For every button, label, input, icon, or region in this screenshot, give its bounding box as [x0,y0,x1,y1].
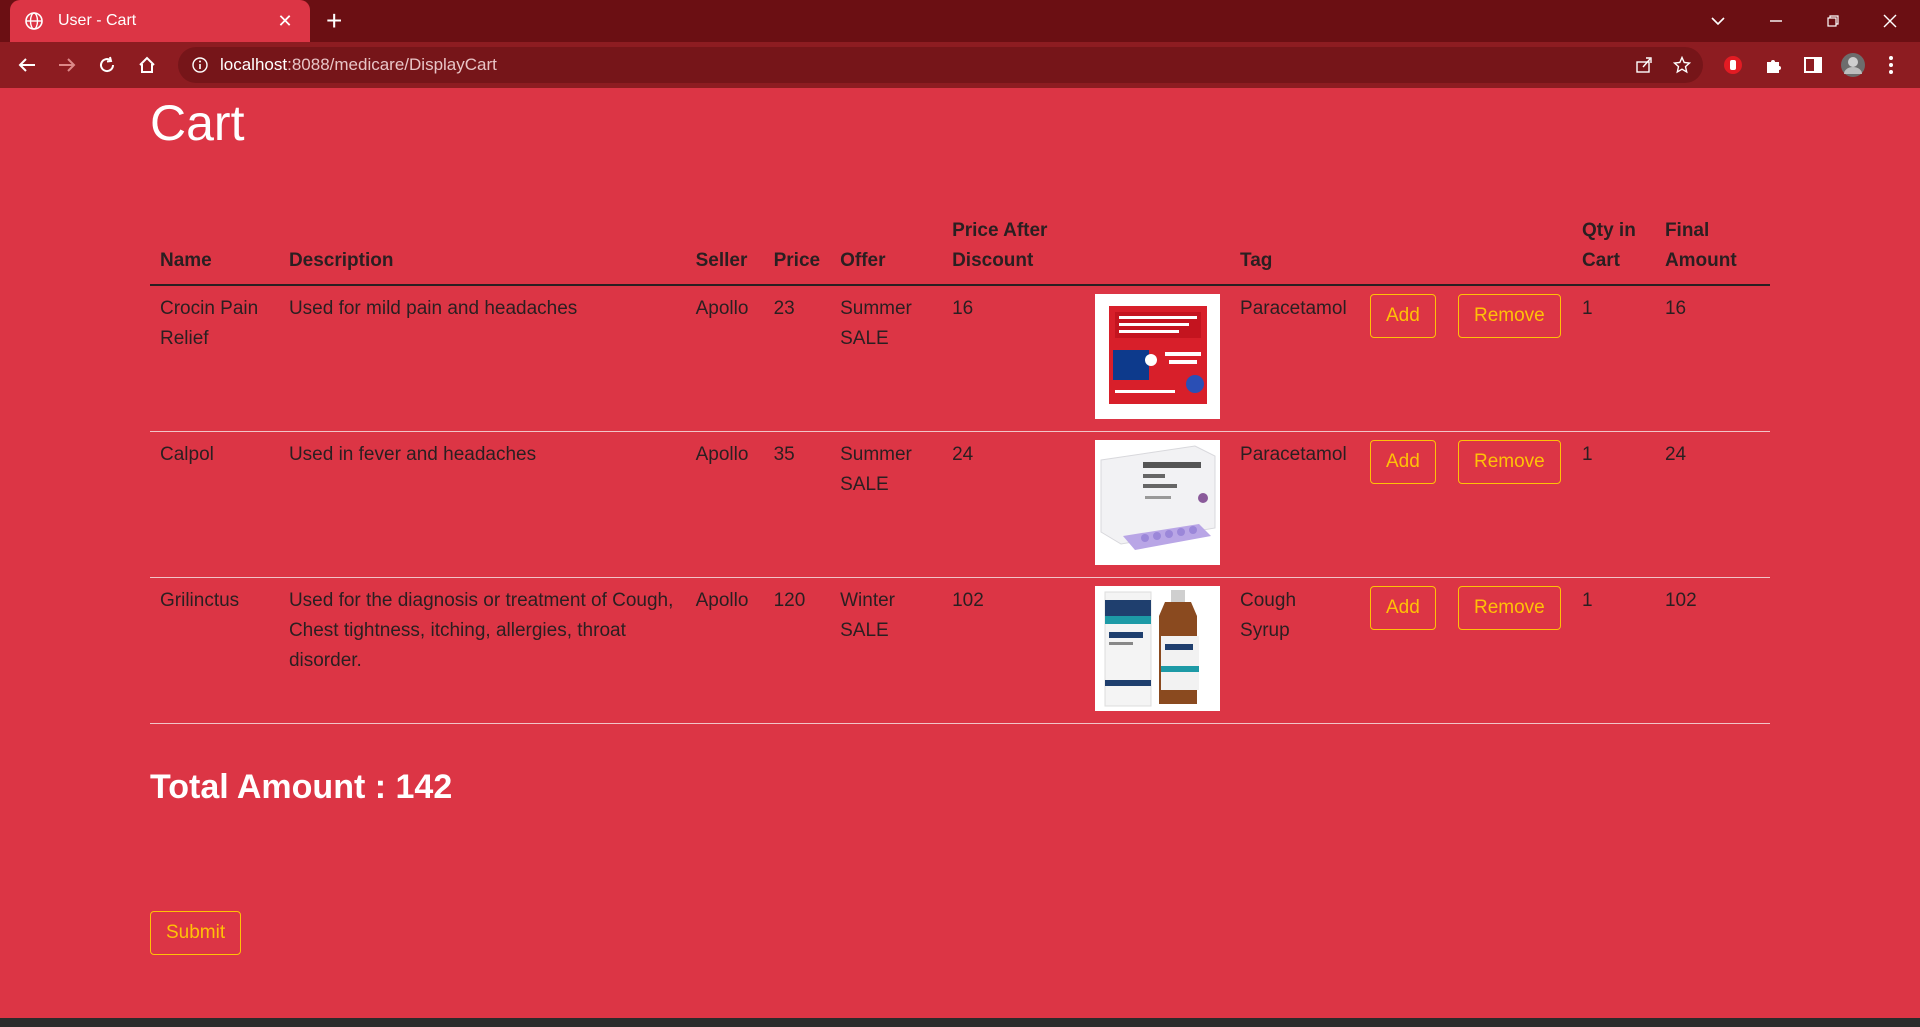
cell-image [1085,577,1231,724]
cell-offer: Summer SALE [830,431,943,578]
cell-seller: Apollo [685,431,764,578]
browser-tab-strip: User - Cart ✕ + [0,0,1920,42]
column-header-image [1085,208,1231,286]
site-info-icon[interactable] [192,57,208,73]
cell-name: Calpol [150,431,279,578]
cell-tag: Paracetamol [1230,285,1360,432]
share-icon[interactable] [1635,56,1653,74]
tab-title: User - Cart [58,12,137,29]
cell-description: Used for mild pain and headaches [278,285,686,432]
cell-final-amount: 102 [1654,577,1770,724]
table-row: Grilinctus Used for the diagnosis or tre… [150,577,1770,724]
table-row: Calpol Used in fever and headaches Apoll… [150,431,1770,578]
restore-icon[interactable] [1805,0,1861,42]
cell-image [1085,285,1231,432]
cell-description: Used for the diagnosis or treatment of C… [278,577,686,724]
new-tab-icon[interactable]: + [326,7,342,35]
cell-offer: Winter SALE [830,577,943,724]
column-header-seller: Seller [685,208,764,286]
cell-seller: Apollo [685,285,764,432]
column-header-name: Name [150,208,279,286]
cell-offer: Summer SALE [830,285,943,432]
page-title: Cart [150,95,245,151]
add-button[interactable]: Add [1370,439,1436,484]
column-header-final-amount: Final Amount [1654,208,1770,286]
profile-avatar[interactable] [1838,50,1868,80]
column-header-tag: Tag [1230,208,1360,286]
forward-icon[interactable] [52,50,82,80]
remove-button[interactable]: Remove [1457,439,1561,484]
cell-seller: Apollo [685,577,764,724]
browser-toolbar: localhost:8088/medicare/DisplayCart [0,42,1920,88]
close-window-icon[interactable] [1862,0,1918,42]
cell-tag: Cough Syrup [1230,577,1360,724]
calpol-box-image [1095,439,1221,565]
address-bar[interactable]: localhost:8088/medicare/DisplayCart [178,47,1703,83]
url-path: :8088/medicare/DisplayCart [287,55,497,74]
home-icon[interactable] [132,50,162,80]
add-button[interactable]: Add [1370,294,1436,338]
grilinctus-bottle-image [1095,585,1221,711]
cell-remove: Remove [1447,285,1572,432]
cell-add: Add [1360,577,1448,724]
cell-final-amount: 24 [1654,431,1770,578]
cell-price-after-discount: 24 [942,431,1086,578]
close-tab-icon[interactable]: ✕ [274,11,296,32]
bookmark-star-icon[interactable] [1673,56,1691,74]
menu-kebab-icon[interactable] [1876,50,1906,80]
column-header-add [1360,208,1448,286]
back-icon[interactable] [12,50,42,80]
globe-icon [24,11,44,31]
reload-icon[interactable] [92,50,122,80]
cell-description: Used in fever and headaches [278,431,686,578]
cell-tag: Paracetamol [1230,431,1360,578]
remove-button[interactable]: Remove [1457,294,1561,338]
url-host: localhost [220,55,288,74]
page-content: Cart Name Description Seller Price Offer… [0,88,1920,1018]
cart-table: Name Description Seller Price Offer Pric… [150,208,1770,724]
remove-button[interactable]: Remove [1457,585,1561,630]
minimize-icon[interactable] [1748,0,1804,42]
column-header-description: Description [278,208,686,286]
table-header-row: Name Description Seller Price Offer Pric… [150,208,1770,286]
cell-add: Add [1360,285,1448,432]
add-button[interactable]: Add [1370,585,1436,630]
cell-price: 120 [763,577,831,724]
cell-qty: 1 [1571,285,1655,432]
tab-search-icon[interactable] [1690,0,1746,42]
extension-stop-icon[interactable] [1718,50,1748,80]
cell-final-amount: 16 [1654,285,1770,432]
cell-name: Grilinctus [150,577,279,724]
column-header-price: Price [763,208,831,286]
browser-tab[interactable]: User - Cart ✕ [10,0,310,42]
side-panel-icon[interactable] [1798,50,1828,80]
extensions-puzzle-icon[interactable] [1758,50,1788,80]
cell-add: Add [1360,431,1448,578]
cell-price: 23 [763,285,831,432]
crocin-box-image [1095,294,1221,419]
submit-button[interactable]: Submit [150,911,242,955]
bottom-strip [0,1018,1920,1027]
cell-qty: 1 [1571,577,1655,724]
column-header-offer: Offer [830,208,943,286]
column-header-remove [1447,208,1572,286]
cell-price: 35 [763,431,831,578]
cell-qty: 1 [1571,431,1655,578]
cell-price-after-discount: 102 [942,577,1086,724]
column-header-price-after-discount: Price After Discount [942,208,1086,286]
cell-remove: Remove [1447,431,1572,578]
cell-name: Crocin Pain Relief [150,285,279,432]
total-amount: Total Amount : 142 [150,768,453,806]
cell-price-after-discount: 16 [942,285,1086,432]
cell-image [1085,431,1231,578]
cell-remove: Remove [1447,577,1572,724]
table-row: Crocin Pain Relief Used for mild pain an… [150,285,1770,432]
column-header-qty: Qty in Cart [1571,208,1655,286]
